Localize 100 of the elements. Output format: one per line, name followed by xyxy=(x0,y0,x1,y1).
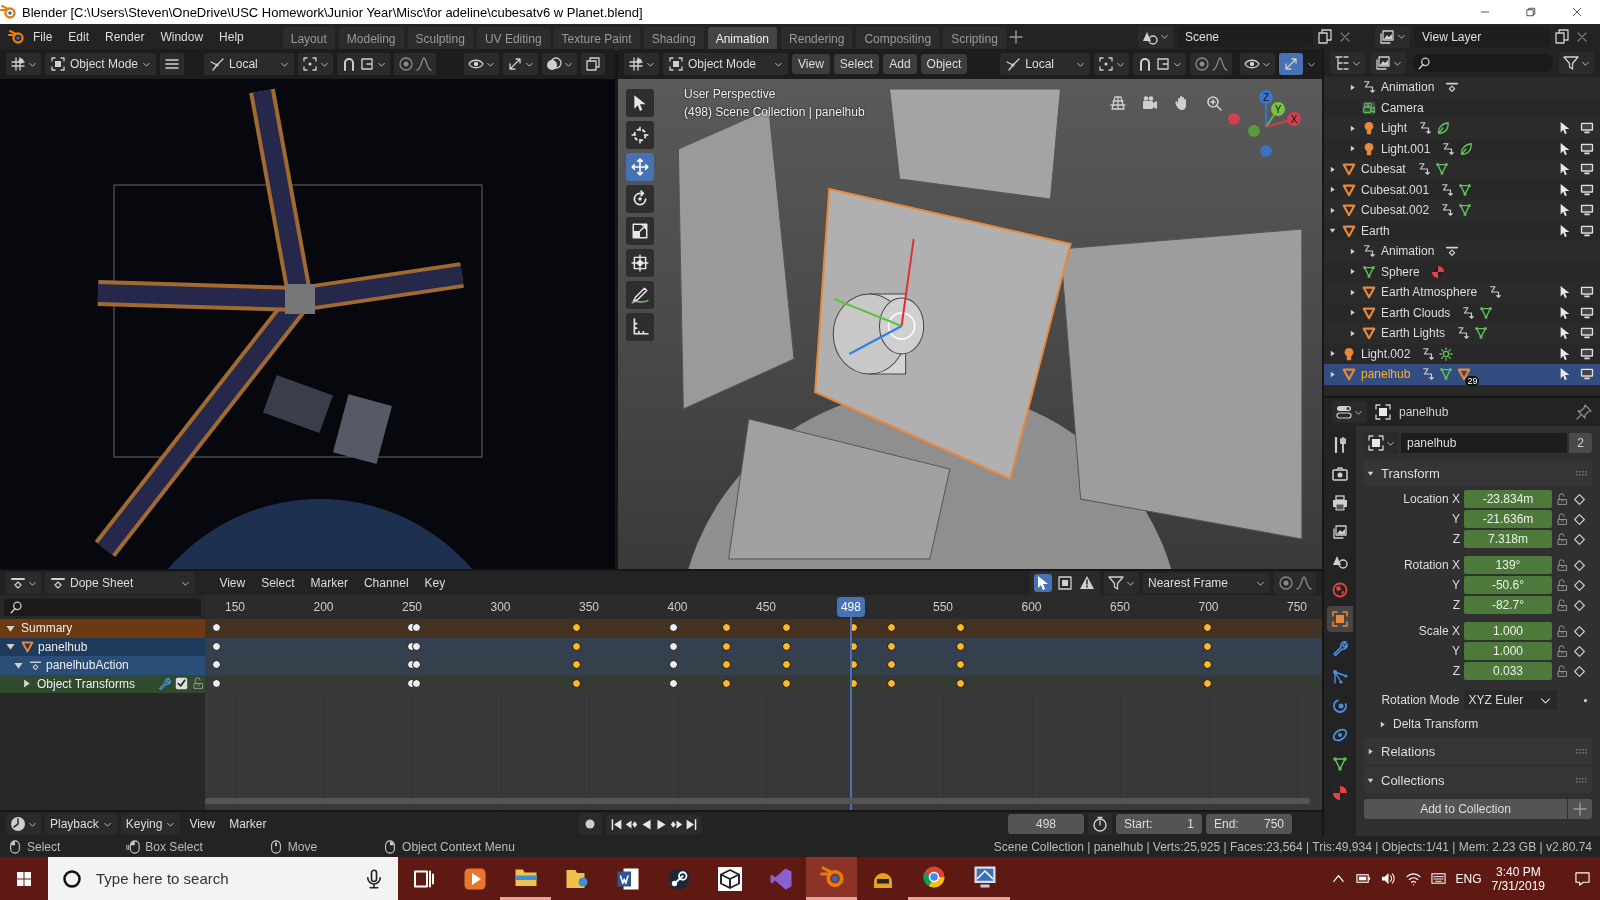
workspace-tab[interactable]: Sculpting xyxy=(407,26,473,51)
window-title: Blender [C:\Users\Steven\OneDrive\USC Homework\Junior Year\Misc\for adeline\cubesatv6 w Planet.blend] xyxy=(22,4,644,20)
mode-dropdown[interactable]: Dope Sheet xyxy=(45,572,196,594)
clock[interactable]: 3:40 PM 7/31/2019 xyxy=(1491,864,1545,893)
outliner-item[interactable]: panelhub 29 xyxy=(1324,364,1600,385)
frame-number: 250 xyxy=(402,600,422,614)
orientation-dropdown[interactable]: Local xyxy=(204,53,294,75)
value-field[interactable]: 1.000 xyxy=(1464,622,1552,640)
menu-item[interactable]: Channel xyxy=(357,573,415,593)
value-field[interactable]: -50.6° xyxy=(1464,576,1552,594)
menu-item[interactable]: View xyxy=(792,54,830,74)
field-label: Rotation X xyxy=(1402,558,1460,572)
field-label: Z xyxy=(1451,598,1460,612)
workspace-tab[interactable]: UV Editing xyxy=(476,26,550,51)
menu-item[interactable]: Marker xyxy=(224,814,272,834)
mode-dropdown[interactable]: Object Mode xyxy=(663,53,789,75)
current-frame-indicator[interactable]: 498 xyxy=(836,597,865,617)
field-label: Z xyxy=(1451,532,1460,546)
user-count-button[interactable]: 2 xyxy=(1569,433,1592,453)
outliner-item[interactable]: Earth xyxy=(1324,220,1600,241)
frame-number: 400 xyxy=(667,600,688,614)
rotation-mode-dropdown[interactable]: XYZ Euler xyxy=(1463,690,1558,710)
value-field[interactable]: -21.636m xyxy=(1464,510,1552,528)
workspace-tab[interactable]: Modeling xyxy=(338,26,404,51)
user-count-badge: 29 xyxy=(1465,376,1480,387)
workspace-tab[interactable]: Animation xyxy=(707,26,778,51)
outliner-item[interactable]: Earth Clouds xyxy=(1324,302,1600,323)
object-name: panelhub xyxy=(1399,405,1450,419)
mode-dropdown[interactable]: Object Mode xyxy=(45,53,157,75)
current-frame-field[interactable]: 498 xyxy=(1008,814,1084,834)
workspace-tab[interactable]: Compositing xyxy=(856,26,940,51)
menu-item[interactable]: Window xyxy=(153,26,211,47)
view-info: (498) Scene Collection | panelhub xyxy=(684,105,865,119)
value-field[interactable]: -23.834m xyxy=(1464,490,1552,508)
workspace-tab[interactable]: Layout xyxy=(282,26,335,51)
value-field[interactable]: -82.7° xyxy=(1464,596,1552,614)
workspace-tab[interactable]: Shading xyxy=(643,26,704,51)
field-label: Y xyxy=(1451,512,1460,526)
menu-item[interactable]: View xyxy=(213,573,252,593)
field-label: Scale X xyxy=(1417,624,1460,638)
menu-item[interactable]: Select xyxy=(255,573,301,593)
menu-item[interactable]: Playback xyxy=(45,814,117,834)
workspace-tab[interactable]: Rendering xyxy=(781,26,853,51)
field-label: Location X xyxy=(1402,492,1460,506)
value-field[interactable]: 7.318m xyxy=(1464,530,1552,548)
search-bar[interactable]: Type here to search xyxy=(48,857,398,900)
menu-item[interactable]: Edit xyxy=(61,26,97,47)
status-hint: Object Context Menu xyxy=(402,839,515,854)
frame-number: 600 xyxy=(1021,600,1042,614)
field-label: Y xyxy=(1451,644,1460,658)
panel-header[interactable]: Transform xyxy=(1364,460,1592,486)
add-to-collection-button[interactable]: Add to Collection xyxy=(1364,799,1567,819)
scene-statistics: Scene Collection | panelhub | Verts:25,925 | Faces:23,564 | Tris:49,934 | Objects:1/41 | Mem: 2.23 GB | v2.80.74 xyxy=(993,839,1592,854)
menu-item[interactable]: Select xyxy=(833,54,880,74)
language-indicator[interactable]: ENG xyxy=(1455,871,1482,886)
status-hint: Box Select xyxy=(145,839,203,854)
panel-header[interactable]: Collections xyxy=(1364,767,1592,793)
menu-item[interactable]: Object xyxy=(920,54,968,74)
menu-item[interactable]: Render xyxy=(98,26,152,47)
frame-number: 300 xyxy=(490,600,511,614)
workspace-tab[interactable]: Texture Paint xyxy=(553,26,640,51)
outliner-item[interactable]: Light.002 xyxy=(1324,343,1600,364)
subpanel-header[interactable]: Delta Transform xyxy=(1364,710,1592,738)
menu-item[interactable]: Add xyxy=(883,54,917,74)
frame-number: 650 xyxy=(1110,600,1130,614)
orientation-dropdown[interactable]: Local xyxy=(1000,53,1090,75)
scene-field[interactable]: Scene xyxy=(1177,26,1313,47)
frame-number: 350 xyxy=(579,600,599,614)
menu-item[interactable]: File xyxy=(26,26,60,47)
outliner-item[interactable]: Camera xyxy=(1324,97,1600,118)
end-frame-field[interactable]: End: 750 xyxy=(1206,814,1292,834)
outliner-item[interactable]: Sphere xyxy=(1324,261,1600,282)
search-field[interactable]: Type here to search xyxy=(94,869,352,888)
workspace-tab[interactable]: Scripting xyxy=(943,26,1006,51)
frame-number: 750 xyxy=(1287,600,1307,614)
menu-item[interactable]: Key xyxy=(418,573,452,593)
panel-header[interactable]: Relations xyxy=(1364,738,1592,764)
menu-item[interactable]: Help xyxy=(212,26,251,47)
field-label: Y xyxy=(1451,578,1460,592)
menu-item[interactable]: View xyxy=(184,814,221,834)
view-layer-field[interactable]: View Layer xyxy=(1414,26,1550,47)
outliner-item[interactable]: Cubesat.001 xyxy=(1324,179,1600,200)
frame-number: 450 xyxy=(756,600,776,614)
track-row[interactable]: panelhubAction xyxy=(0,656,205,675)
value-field[interactable]: 1.000 xyxy=(1464,642,1552,660)
value-field[interactable]: 0.033 xyxy=(1464,662,1552,680)
status-hint: Select xyxy=(27,839,61,854)
menu-item[interactable]: Keying xyxy=(120,814,181,834)
frame-number: 150 xyxy=(225,600,245,614)
start-frame-field[interactable]: Start: 1 xyxy=(1116,814,1202,834)
menu-item[interactable]: Marker xyxy=(304,573,354,593)
field-label: Rotation Mode xyxy=(1380,693,1460,707)
name-field[interactable]: panelhub xyxy=(1401,433,1568,453)
field-label: Z xyxy=(1451,664,1460,678)
snap-dropdown[interactable]: Nearest Frame xyxy=(1142,573,1270,593)
view-name: User Perspective xyxy=(684,87,777,101)
track-row[interactable]: Summary xyxy=(0,619,205,638)
value-field[interactable]: 139° xyxy=(1464,556,1552,574)
navigation-gizmo[interactable]: Z Y X xyxy=(1226,87,1306,167)
outliner-item[interactable]: Light.001 xyxy=(1324,138,1600,159)
